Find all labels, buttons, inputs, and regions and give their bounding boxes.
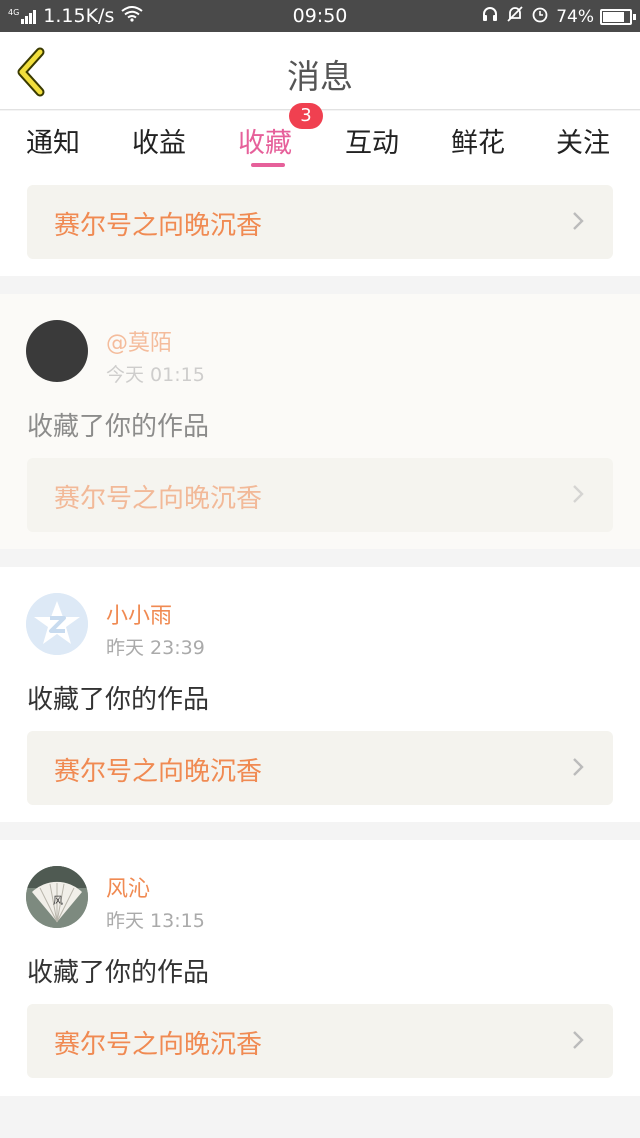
tab-favorites[interactable]: 收藏 [238, 121, 292, 160]
work-title: 赛尔号之向晚沉香 [54, 757, 263, 787]
avatar[interactable] [26, 320, 88, 382]
chevron-right-icon [573, 485, 584, 503]
work-title: 赛尔号之向晚沉香 [54, 211, 263, 241]
work-link[interactable]: 赛尔号之向晚沉香 [27, 185, 613, 259]
chevron-right-icon [573, 758, 584, 776]
work-link[interactable]: 赛尔号之向晚沉香 [27, 731, 613, 805]
headset-icon [481, 5, 499, 28]
page-title: 消息 [287, 57, 353, 96]
status-bar: 4G 1.15K/s 09:50 74% [0, 0, 640, 32]
active-tab-indicator [251, 163, 285, 167]
mute-bell-icon [506, 5, 524, 28]
alarm-icon [531, 5, 549, 28]
message-card: 赛尔号之向晚沉香 [0, 174, 640, 276]
tab-interaction[interactable]: 互动 [345, 121, 399, 160]
action-text: 收藏了你的作品 [27, 958, 210, 988]
default-avatar-icon [26, 593, 88, 655]
work-link[interactable]: 赛尔号之向晚沉香 [27, 458, 613, 532]
unread-badge: 3 [289, 103, 323, 129]
avatar[interactable]: 风 [26, 866, 88, 928]
username[interactable]: 小小雨 [106, 598, 172, 630]
work-title: 赛尔号之向晚沉香 [54, 1030, 263, 1060]
avatar[interactable] [26, 593, 88, 655]
fan-photo-icon: 风 [26, 866, 88, 928]
header: 消息 [0, 32, 640, 110]
tab-notice[interactable]: 通知 [26, 121, 80, 160]
chevron-right-icon [573, 212, 584, 230]
chevron-right-icon [573, 1031, 584, 1049]
tab-follow[interactable]: 关注 [556, 121, 610, 160]
timestamp: 昨天 13:15 [106, 910, 205, 932]
work-title: 赛尔号之向晚沉香 [54, 484, 263, 514]
message-card: 风 风沁 昨天 13:15 收藏了你的作品 赛尔号之向晚沉香 [0, 840, 640, 1096]
username[interactable]: 风沁 [106, 871, 150, 903]
message-card: 小小雨 昨天 23:39 收藏了你的作品 赛尔号之向晚沉香 [0, 567, 640, 822]
work-link[interactable]: 赛尔号之向晚沉香 [27, 1004, 613, 1078]
action-text: 收藏了你的作品 [27, 685, 210, 715]
tab-flowers[interactable]: 鲜花 [451, 121, 505, 160]
tab-earnings[interactable]: 收益 [132, 121, 186, 160]
message-card: @莫陌 今天 01:15 收藏了你的作品 赛尔号之向晚沉香 [0, 294, 640, 549]
timestamp: 今天 01:15 [106, 364, 205, 386]
battery-percent: 74% [556, 6, 594, 27]
svg-text:风: 风 [53, 895, 63, 907]
action-text: 收藏了你的作品 [27, 412, 210, 442]
username[interactable]: @莫陌 [106, 325, 172, 357]
timestamp: 昨天 23:39 [106, 637, 205, 659]
battery-icon [600, 8, 636, 25]
